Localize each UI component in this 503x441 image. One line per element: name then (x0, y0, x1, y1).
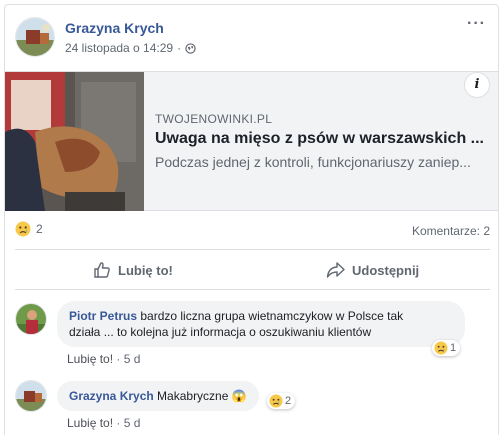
comment-like-link[interactable]: Lubię to! (67, 352, 113, 366)
comment-reaction-count: 1 (450, 342, 457, 354)
link-domain: TWOJENOWINKI.PL (155, 112, 273, 126)
share-arrow-icon (326, 262, 345, 278)
comment-bubble: Piotr Petrus bardzo liczna grupa wietnam… (57, 301, 465, 347)
reaction-count: 2 (36, 222, 43, 236)
commenter-avatar[interactable] (15, 380, 47, 412)
thumbs-up-icon (94, 262, 110, 278)
author-avatar[interactable] (15, 17, 55, 57)
link-preview-text: TWOJENOWINKI.PL Uwaga na mięso z psów w … (155, 72, 498, 211)
comment-text: Makabryczne (157, 389, 229, 403)
comment-dot: · (116, 416, 121, 430)
post-card: Grazyna Krych 24 listopada o 14:29 · ··· (4, 4, 499, 438)
info-icon[interactable]: i (464, 72, 490, 98)
share-label: Udostępnij (352, 262, 420, 278)
author-name[interactable]: Grazyna Krych (65, 20, 164, 36)
meta-separator: · (177, 41, 182, 55)
sad-reaction-icon (269, 394, 283, 408)
post-timestamp[interactable]: 24 listopada o 14:29 (65, 41, 173, 55)
like-label: Lubię to! (118, 262, 173, 278)
post-meta: 24 listopada o 14:29 · (65, 41, 196, 55)
share-button[interactable]: Udostępnij (326, 261, 419, 279)
link-preview[interactable]: TWOJENOWINKI.PL Uwaga na mięso z psów w … (5, 71, 498, 211)
divider (15, 249, 490, 250)
divider (15, 289, 490, 290)
globe-icon (185, 42, 196, 54)
comment-actions: Lubię to! · 5 d (67, 416, 140, 430)
comment-reactions[interactable]: 1 (432, 340, 461, 356)
sad-reaction-icon (15, 221, 31, 237)
comments-section: Piotr Petrus bardzo liczna grupa wietnam… (5, 295, 498, 438)
link-title[interactable]: Uwaga na mięso z psów w warszawskich ... (155, 130, 484, 148)
comment-author[interactable]: Grazyna Krych (69, 389, 154, 403)
scream-emoji-icon: 😱 (231, 389, 247, 403)
sad-reaction-icon (434, 341, 448, 355)
comment-bubble: Grazyna Krych Makabryczne 😱 (57, 381, 259, 411)
comment-reaction-count: 2 (285, 395, 292, 407)
reactions-summary[interactable]: 2 (15, 221, 43, 237)
link-thumbnail[interactable] (5, 72, 144, 211)
comment-like-link[interactable]: Lubię to! (67, 416, 113, 430)
comment-reactions[interactable]: 2 (267, 393, 296, 409)
post-stats: 2 Komentarze: 2 (15, 221, 490, 241)
comment-dot: · (116, 352, 121, 366)
comment-age[interactable]: 5 d (124, 352, 141, 366)
comment-author[interactable]: Piotr Petrus (69, 309, 137, 323)
like-button[interactable]: Lubię to! (93, 261, 173, 279)
comments-count[interactable]: Komentarze: 2 (412, 224, 490, 238)
comment-text-line2: działa ... to kolejna już informacja o o… (69, 325, 372, 339)
comment-actions: Lubię to! · 5 d (67, 352, 140, 366)
more-options-icon[interactable]: ··· (467, 15, 486, 33)
comment-text-line1: bardzo liczna grupa wietnamczykow w Pols… (140, 309, 404, 323)
commenter-avatar[interactable] (15, 303, 47, 335)
link-description: Podczas jednej z kontroli, funkcjonarius… (155, 154, 471, 170)
comment-age[interactable]: 5 d (124, 416, 141, 430)
